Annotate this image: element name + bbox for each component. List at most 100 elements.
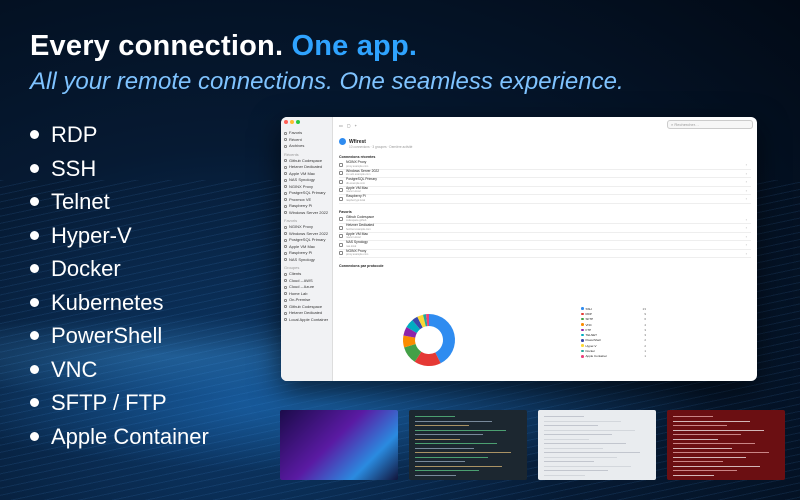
protocol-donut-chart <box>403 314 455 366</box>
feature-item: SFTP / FTP <box>30 386 209 420</box>
connection-text: PostgreSQL Primary db.example.com <box>346 178 377 185</box>
connection-row[interactable]: NGINX Proxy proxy.example.com › <box>339 249 751 258</box>
legend-count: 6 <box>644 317 646 322</box>
connection-row[interactable]: NAS Synology nas.local › <box>339 241 751 250</box>
chevron-right-icon: › <box>745 242 747 248</box>
connection-row[interactable]: Hetzner Dedicated hetzner.example.com › <box>339 224 751 233</box>
thumbnail-text-line <box>415 443 497 444</box>
headline-main: Every connection. <box>30 30 284 62</box>
legend-swatch <box>581 328 584 332</box>
thumbnail-text-line <box>544 474 585 476</box>
legend-count: 2 <box>644 338 646 343</box>
sidebar-favorites-list: NGINX Proxy Windows Server 2022 PostgreSQL… <box>284 224 329 263</box>
thumbnail-text-line <box>673 429 764 431</box>
connection-row[interactable]: Apple VM Mac macvm.local › <box>339 232 751 241</box>
legend-label: FTP <box>585 327 592 332</box>
sidebar-toggle-icon[interactable]: ▭ <box>339 123 343 128</box>
feature-item: Docker <box>30 252 209 286</box>
connection-row[interactable]: Github Codespace codespace.github › <box>339 215 751 224</box>
feature-item: PowerShell <box>30 319 209 353</box>
connection-row[interactable]: Windows Server 2022 srv-win.example.com › <box>339 169 751 178</box>
thumbnail-text-line <box>673 452 769 453</box>
connection-icon <box>284 191 287 195</box>
connection-icon <box>284 185 287 189</box>
legend-swatch <box>581 349 584 353</box>
connection-icon <box>284 298 287 302</box>
thumbnail-file-browser[interactable] <box>538 410 656 480</box>
legend-label: SSH <box>585 306 592 311</box>
legend-label: Apple Container <box>585 354 608 359</box>
thumbnail-text-line <box>415 461 465 462</box>
sidebar: Favoris Récent Archives Récents Github Cod… <box>281 117 333 381</box>
minimize-button[interactable] <box>290 120 294 124</box>
chevron-right-icon: › <box>745 196 747 202</box>
sidebar-item[interactable]: NAS Synology <box>284 257 329 264</box>
chevron-right-icon: › <box>745 225 747 231</box>
thumbnail-text-line <box>415 474 456 476</box>
server-icon <box>339 251 343 256</box>
thumbnail-text-line <box>544 452 640 453</box>
thumbnail-text-line <box>544 470 608 471</box>
server-icon <box>339 234 343 239</box>
legend-count: 23 <box>642 306 646 311</box>
thumbnail-text-line <box>544 447 603 449</box>
thumbnail-text-line <box>415 429 506 431</box>
chevron-right-icon: › <box>745 233 747 239</box>
connection-icon <box>284 198 287 202</box>
sidebar-groups-list: Clients Cloud – AWS Cloud – Azure Home Lab O… <box>284 271 329 323</box>
connection-icon <box>284 165 287 169</box>
thumbnail-text-line <box>673 438 718 440</box>
layout-icon[interactable]: ▢ <box>347 123 351 128</box>
sidebar-item-label: NAS Synology <box>289 256 315 262</box>
feature-label: Apple Container <box>51 423 209 449</box>
thumbnail-powershell[interactable] <box>667 410 785 480</box>
chevron-right-icon: › <box>745 162 747 168</box>
connection-icon <box>284 159 287 163</box>
connection-address: proxy.example.com <box>346 164 369 168</box>
legend-count: 9 <box>644 311 646 316</box>
thumbnail-text-line <box>544 429 635 431</box>
connection-icon <box>284 204 287 208</box>
close-button[interactable] <box>284 120 288 124</box>
connection-icon <box>284 172 287 176</box>
legend-swatch <box>581 355 584 358</box>
connection-row[interactable]: Apple VM Mac macvm.local › <box>339 186 751 195</box>
thumbnail-rdp-desktop[interactable] <box>280 410 398 480</box>
bullet-icon <box>30 130 39 140</box>
bullet-icon <box>30 431 39 441</box>
chevron-right-icon: › <box>745 250 747 256</box>
feature-item: Telnet <box>30 185 209 219</box>
feature-item: Hyper-V <box>30 219 209 253</box>
legend-count: 2 <box>644 343 646 348</box>
sidebar-item[interactable]: Windows Server 2022 <box>284 210 329 217</box>
bullet-icon <box>30 230 39 240</box>
connection-icon <box>284 225 287 229</box>
host-title: Wfirest <box>349 138 366 145</box>
sidebar-item[interactable]: Archives <box>284 143 329 150</box>
sidebar-item[interactable]: Local Apple Container <box>284 317 329 324</box>
subline: All your remote connections. One seamles… <box>30 68 624 95</box>
legend-label: Hyper-V <box>585 343 597 348</box>
thumbnail-text-line <box>415 447 474 449</box>
zoom-button[interactable] <box>296 120 300 124</box>
connection-row[interactable]: NGINX Proxy proxy.example.com › <box>339 161 751 170</box>
thumbnail-strip <box>280 410 785 480</box>
add-icon[interactable]: + <box>355 123 357 128</box>
connection-row[interactable]: PostgreSQL Primary db.example.com › <box>339 178 751 187</box>
search-input[interactable]: ⌕ Rechercher… <box>667 120 753 129</box>
connection-text: Windows Server 2022 srv-win.example.com <box>346 169 379 177</box>
thumbnail-text-line <box>544 434 612 435</box>
protocol-legend: SSH 23 RDP 9 SFTP 6 VNC 4 FTP 3 TELNET 3 PowerShell 2… <box>581 306 646 359</box>
connection-icon <box>284 251 287 255</box>
server-icon <box>339 242 343 247</box>
legend-swatch <box>581 312 584 316</box>
thumbnail-text-line <box>673 470 737 471</box>
legend-count: 1 <box>644 349 646 354</box>
thumbnail-terminal[interactable] <box>409 410 527 480</box>
connection-address: hetzner.example.com <box>346 227 371 231</box>
feature-label: Telnet <box>51 189 110 214</box>
legend-swatch <box>581 323 584 326</box>
thumbnail-text-line <box>673 420 750 422</box>
connection-row[interactable]: Raspberry Pi raspberrypi.local › <box>339 195 751 204</box>
thumbnail-text-line <box>673 447 732 449</box>
